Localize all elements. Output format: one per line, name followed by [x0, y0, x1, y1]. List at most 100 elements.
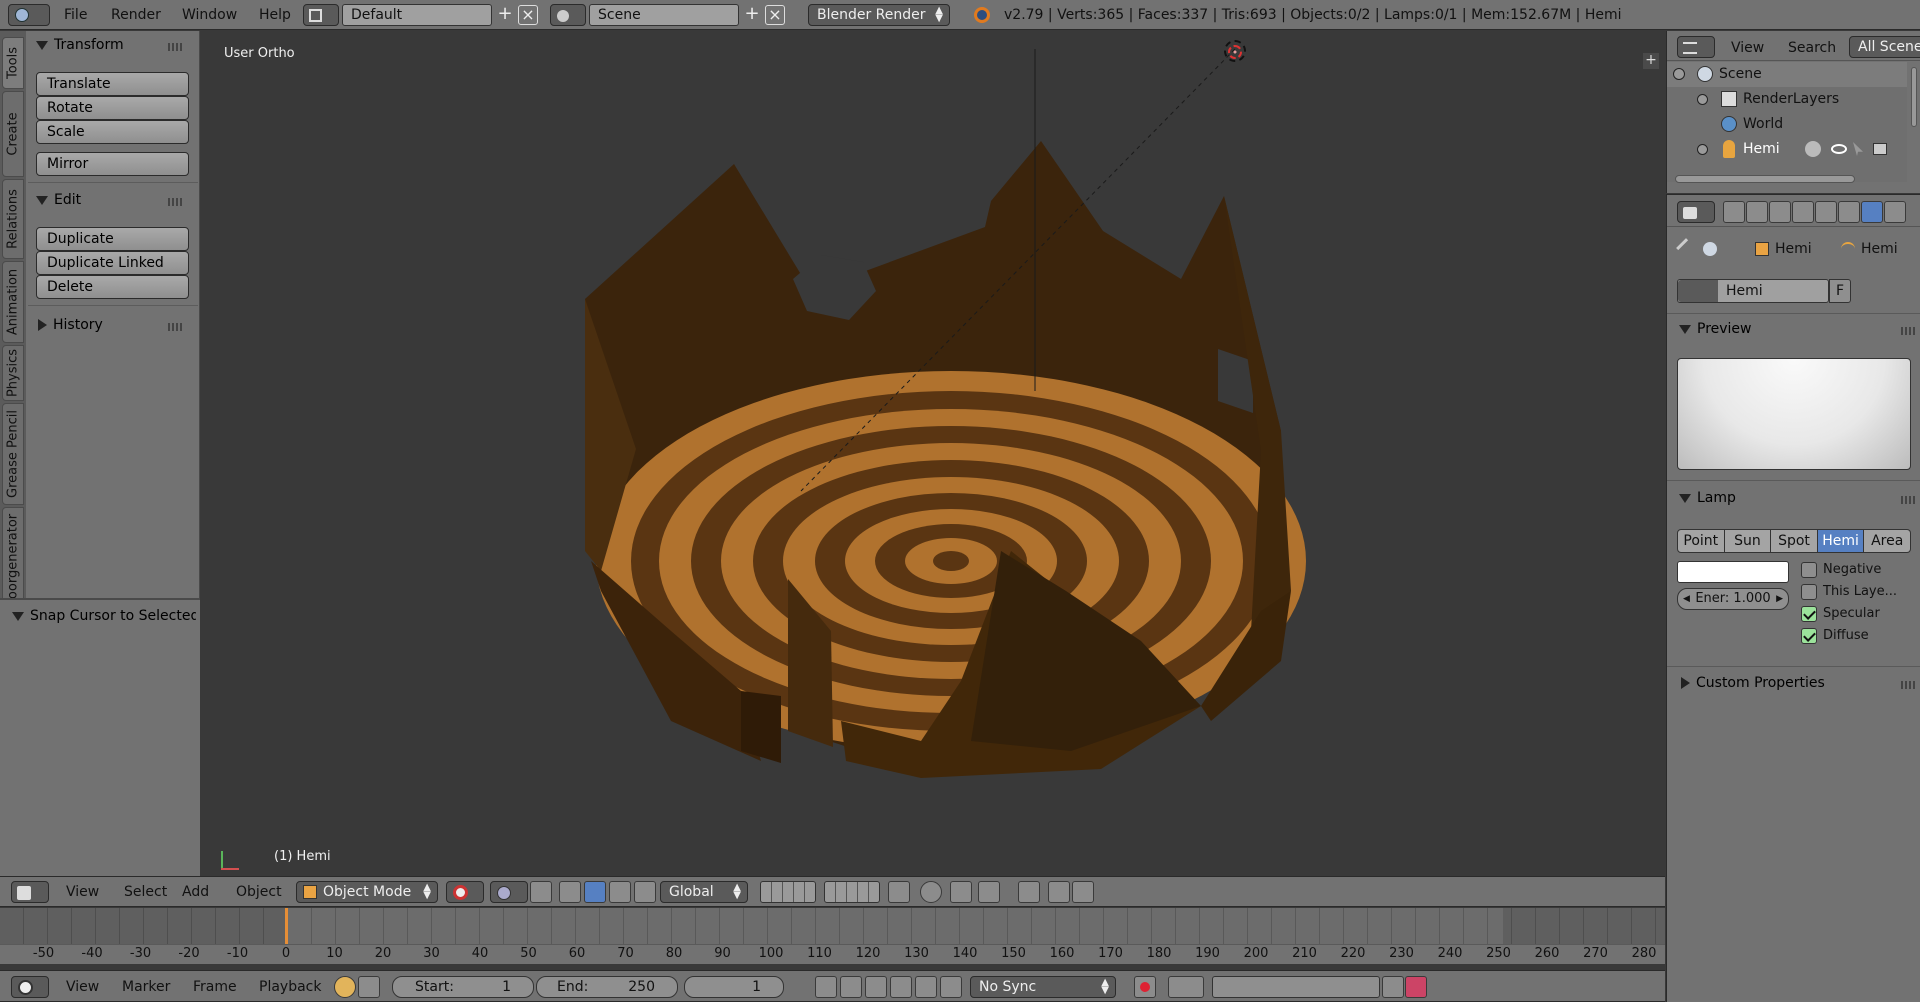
- scale-manipulator-icon[interactable]: [609, 881, 631, 903]
- lock-layers-icon[interactable]: [888, 881, 910, 903]
- proportional-edit-icon[interactable]: [920, 881, 942, 903]
- expand-toggle-icon[interactable]: [1697, 144, 1708, 155]
- lamp-type-sun[interactable]: Sun: [1724, 529, 1772, 553]
- sync-select[interactable]: No Sync ▲ ▼: [970, 976, 1116, 998]
- drag-grip-icon[interactable]: [168, 43, 182, 51]
- selectable-cursor-icon[interactable]: [1853, 142, 1863, 156]
- toggle-sidebar-icon[interactable]: +: [1643, 53, 1659, 69]
- outliner-row-hemi[interactable]: Hemi: [1667, 137, 1907, 162]
- render-engine-select[interactable]: Blender Render ▲ ▼: [808, 4, 950, 26]
- jump-start-icon[interactable]: [815, 976, 837, 998]
- menu-playback[interactable]: Playback: [259, 979, 321, 995]
- menu-file[interactable]: File: [64, 7, 87, 23]
- edit-panel-header[interactable]: Edit: [36, 192, 192, 212]
- lock-time-icon[interactable]: [358, 976, 380, 998]
- lamp-type-hemi[interactable]: Hemi: [1817, 529, 1865, 553]
- drag-grip-icon[interactable]: [1901, 327, 1915, 335]
- snap-target-icon[interactable]: [1018, 881, 1040, 903]
- tab-physics[interactable]: Physics: [2, 345, 24, 401]
- outliner-scrollbar-h[interactable]: [1675, 175, 1855, 183]
- jump-end-icon[interactable]: [940, 976, 962, 998]
- world-context-icon[interactable]: [1792, 201, 1814, 223]
- end-frame-field[interactable]: End: 250: [536, 976, 678, 998]
- record-icon[interactable]: [1134, 976, 1156, 998]
- menu-marker[interactable]: Marker: [122, 979, 170, 995]
- diffuse-checkbox[interactable]: [1801, 628, 1817, 644]
- snap-icon[interactable]: [950, 881, 972, 903]
- object-context-icon[interactable]: [1815, 201, 1837, 223]
- datablock-selector[interactable]: Hemi: [1677, 279, 1829, 303]
- lamp-type-area[interactable]: Area: [1864, 529, 1911, 553]
- editor-type-info[interactable]: [8, 4, 50, 26]
- scene-field[interactable]: Scene: [589, 4, 739, 26]
- render-layers-context-icon[interactable]: [1746, 201, 1768, 223]
- transform-panel-header[interactable]: Transform: [36, 37, 192, 57]
- rotate-button[interactable]: Rotate: [36, 96, 189, 120]
- lamp-color-swatch[interactable]: [1677, 561, 1789, 583]
- mode-select[interactable]: Object Mode ▲ ▼: [296, 881, 438, 903]
- energy-field[interactable]: ◀ Ener: 1.000 ▶: [1677, 588, 1789, 610]
- specular-checkbox[interactable]: [1801, 606, 1817, 622]
- duplicate-linked-button[interactable]: Duplicate Linked: [36, 251, 189, 275]
- delete-button[interactable]: Delete: [36, 275, 189, 299]
- texture-context-icon[interactable]: [1884, 201, 1906, 223]
- constraints-context-icon[interactable]: [1838, 201, 1860, 223]
- editor-type-outliner[interactable]: [1677, 36, 1715, 58]
- play-reverse-icon[interactable]: [865, 976, 887, 998]
- drag-grip-icon[interactable]: [168, 323, 182, 331]
- lamp-type-point[interactable]: Point: [1677, 529, 1725, 553]
- tab-animation[interactable]: Animation: [2, 261, 24, 343]
- play-icon[interactable]: [890, 976, 912, 998]
- expand-toggle-icon[interactable]: [1697, 94, 1708, 105]
- collapse-toggle-icon[interactable]: [1673, 68, 1685, 80]
- drag-grip-icon[interactable]: [1901, 496, 1915, 504]
- custom-properties-panel-header[interactable]: Custom Properties: [1681, 675, 1915, 695]
- visibility-eye-icon[interactable]: [1831, 144, 1847, 154]
- menu-render[interactable]: Render: [111, 7, 161, 23]
- menu-add[interactable]: Add: [182, 884, 209, 900]
- render-context-icon[interactable]: [1723, 201, 1745, 223]
- timeline-area[interactable]: [0, 908, 1665, 964]
- translate-button[interactable]: Translate: [36, 72, 189, 96]
- menu-object[interactable]: Object: [236, 884, 282, 900]
- outliner-menu-view[interactable]: View: [1731, 40, 1764, 56]
- duplicate-button[interactable]: Duplicate: [36, 227, 189, 251]
- lamp-data-icon[interactable]: [1805, 141, 1821, 157]
- scene-context-icon[interactable]: [1769, 201, 1791, 223]
- tab-create[interactable]: Create: [2, 91, 24, 177]
- operator-panel-header[interactable]: Snap Cursor to Selected: [12, 608, 196, 628]
- history-panel-header[interactable]: History: [38, 317, 192, 337]
- 3d-viewport[interactable]: User Ortho (1) Hemi +: [201, 31, 1665, 875]
- outliner-display-select[interactable]: All Scenes: [1849, 36, 1920, 58]
- fake-user-button[interactable]: F: [1829, 279, 1851, 303]
- menu-select[interactable]: Select: [124, 884, 167, 900]
- delete-keyframe-icon[interactable]: [1405, 976, 1427, 998]
- tab-tools[interactable]: Tools: [2, 37, 24, 89]
- keying-set-field[interactable]: [1212, 976, 1380, 998]
- translate-manipulator-icon[interactable]: [559, 881, 581, 903]
- shading-select[interactable]: [446, 881, 484, 903]
- render-animation-icon[interactable]: [1072, 881, 1094, 903]
- current-frame-marker[interactable]: [285, 908, 288, 944]
- scale-button[interactable]: Scale: [36, 120, 189, 144]
- this-layer-checkbox[interactable]: [1801, 584, 1817, 600]
- layers-grid-icon[interactable]: [760, 881, 816, 903]
- jump-next-keyframe-icon[interactable]: [915, 976, 937, 998]
- preview-range-icon[interactable]: [334, 976, 356, 998]
- tab-grease-pencil[interactable]: Grease Pencil: [2, 403, 24, 505]
- outliner-row-renderlayers[interactable]: RenderLayers: [1667, 87, 1907, 112]
- rotate-manipulator-icon[interactable]: [584, 881, 606, 903]
- insert-keyframe-icon[interactable]: [1382, 976, 1404, 998]
- start-frame-field[interactable]: Start: 1: [392, 976, 534, 998]
- drag-grip-icon[interactable]: [168, 198, 182, 206]
- editor-type-timeline[interactable]: [11, 976, 49, 998]
- jump-prev-keyframe-icon[interactable]: [840, 976, 862, 998]
- lamp-panel-header[interactable]: Lamp: [1679, 490, 1915, 510]
- editor-type-3dview[interactable]: [11, 881, 49, 903]
- scene-type[interactable]: [550, 4, 586, 26]
- screen-layout-field[interactable]: Default: [342, 4, 492, 26]
- outliner-row-scene[interactable]: Scene: [1667, 62, 1907, 87]
- screen-layout-type[interactable]: [303, 4, 339, 26]
- outliner-row-world[interactable]: World: [1667, 112, 1907, 137]
- layers-grid-icon[interactable]: [824, 881, 880, 903]
